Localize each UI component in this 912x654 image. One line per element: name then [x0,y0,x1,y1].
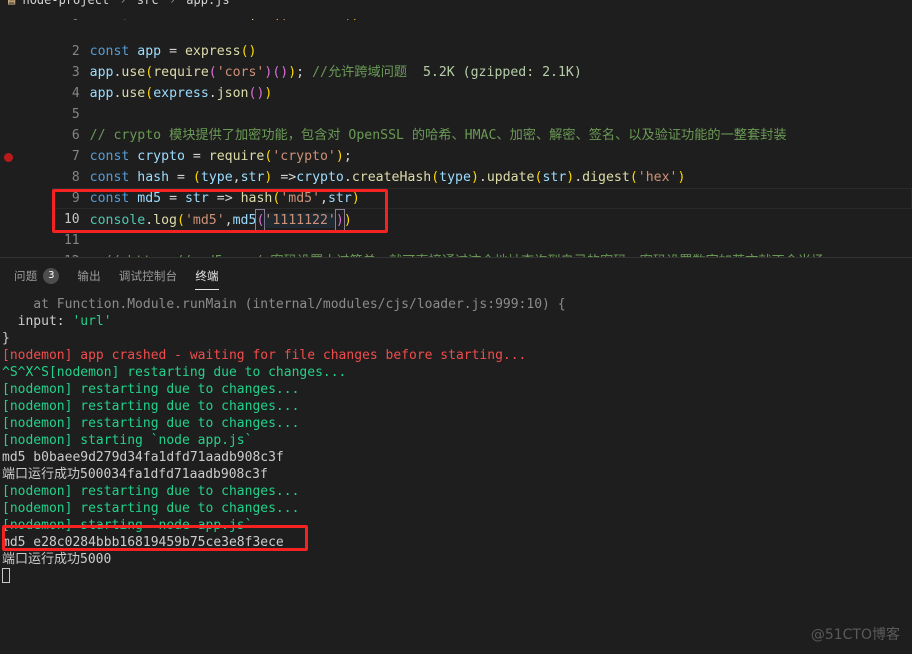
code-line-11[interactable]: 11 [0,209,912,248]
code-line-9[interactable]: 9 const md5 = str => hash('md5',str) [0,167,912,206]
terminal-line: 端口运行成功500034fa1dfd71aadb908c3f [2,467,268,482]
terminal-line: 端口运行成功5000 [2,552,112,567]
code-editor[interactable]: 1const express = require('express') 2con… [0,9,912,257]
tab-problems-label: 问题 [14,268,38,283]
terminal-line: [nodemon] restarting due to changes... [2,501,300,516]
terminal-line: [nodemon] starting `node app.js` [2,518,253,533]
tab-terminal[interactable]: 终端 [195,258,220,293]
terminal-output[interactable]: at Function.Module.runMain (internal/mod… [0,293,912,654]
terminal-line: ^S^X^S[nodemon] restarting due to change… [2,365,347,380]
problems-count-badge: 3 [43,267,60,284]
code-line-1[interactable]: 1const express = require('express') [0,9,912,20]
breadcrumb-separator-icon: › [119,0,127,7]
tab-output[interactable]: 输出 [77,258,100,293]
terminal-line: [nodemon] restarting due to changes... [2,399,300,414]
code-line-6[interactable]: 6// crypto 模块提供了加密功能，包含对 OpenSSL 的哈希、HMA… [0,104,912,143]
terminal-line: [nodemon] restarting due to changes... [2,382,300,397]
terminal-line-highlighted: md5 e28c0284bbb16819459b75ce3e8f3ece [2,535,284,550]
breadcrumb-segment-0[interactable]: node-project [22,0,109,7]
panel-tab-bar: 问题 3 输出 调试控制台 终端 [0,258,912,293]
block-cursor-icon [2,568,10,583]
code-line-3[interactable]: 3 app.use(require('cors')()); //允许跨域问题 5.… [0,41,912,80]
file-icon: ▤ [8,0,16,7]
bottom-panel: 问题 3 输出 调试控制台 终端 at Function.Module.runM… [0,257,912,654]
breadcrumb-strip: ▤ node-project › src › app.js [0,0,912,9]
vscode-window: ▤ node-project › src › app.js 1const exp… [0,0,912,654]
code-line-10[interactable]: 10 console.log('md5',md5('1111122')) [0,188,912,232]
tab-debug-console[interactable]: 调试控制台 [119,258,178,293]
breadcrumb-segment-1[interactable]: src [137,0,159,7]
code-line-5[interactable]: 5 [0,83,912,122]
tab-output-label: 输出 [77,268,101,283]
terminal-line: [nodemon] restarting due to changes... [2,416,300,431]
breadcrumb-segment-2[interactable]: app.js [186,0,229,7]
terminal-cursor-line [2,568,912,585]
breakpoint-icon[interactable] [4,153,13,162]
code-line-12[interactable]: 12⌄// https://cmd5.com/ 密码设置太过简单，就可直接通过这… [0,230,912,257]
watermark: @51CTO博客 [810,627,900,643]
tab-terminal-label: 终端 [195,268,219,283]
terminal-line: [nodemon] restarting due to changes... [2,484,300,499]
code-line-4[interactable]: 4 app.use(express.json()) [0,62,912,101]
terminal-line: } [2,331,10,346]
terminal-line: at Function.Module.runMain (internal/mod… [2,297,566,312]
tab-problems[interactable]: 问题 3 [14,258,60,293]
terminal-line: input: 'url' [2,314,112,329]
terminal-line: [nodemon] app crashed - waiting for file… [2,348,527,363]
terminal-line: [nodemon] starting `node app.js` [2,433,253,448]
breadcrumb[interactable]: ▤ node-project › src › app.js [0,0,230,9]
current-line-highlight [52,188,912,209]
code-line-2[interactable]: 2 const app = express() [0,20,912,59]
code-line-8[interactable]: 8 const hash = (type,str) =>crypto.create… [0,146,912,185]
breadcrumb-separator-icon: › [168,0,177,7]
terminal-line: md5 b0baee9d279d34fa1dfd71aadb908c3f [2,450,284,465]
tab-debug-console-label: 调试控制台 [118,268,178,283]
code-line-7[interactable]: 7 const crypto = require('crypto'); [0,125,912,164]
